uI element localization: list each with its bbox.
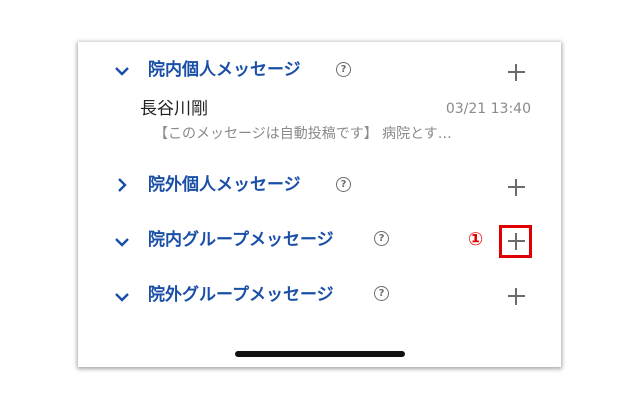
message-panel: 院内個人メッセージ ? 長谷川剛 03/21 13:40 【このメッセージは自動…: [78, 42, 561, 367]
help-icon[interactable]: ?: [336, 62, 351, 77]
section-title[interactable]: 院内グループメッセージ: [148, 229, 334, 251]
message-preview: 【このメッセージは自動投稿です】 病院とす…: [154, 126, 452, 142]
home-indicator: [235, 351, 405, 357]
section-title[interactable]: 院内個人メッセージ: [148, 59, 301, 81]
help-icon[interactable]: ?: [374, 231, 389, 246]
add-external-group-button[interactable]: [508, 288, 525, 305]
add-internal-personal-button[interactable]: [508, 64, 525, 81]
help-icon[interactable]: ?: [336, 177, 351, 192]
add-external-personal-button[interactable]: [508, 179, 525, 196]
help-icon[interactable]: ?: [374, 286, 389, 301]
annotation-highlight-box: [499, 225, 532, 258]
message-sender: 長谷川剛: [140, 99, 208, 119]
chevron-right-icon[interactable]: [114, 177, 130, 197]
annotation-label: ①: [468, 229, 484, 250]
section-title[interactable]: 院外グループメッセージ: [148, 284, 334, 306]
chevron-down-icon[interactable]: [114, 61, 130, 81]
chevron-down-icon[interactable]: [114, 287, 130, 307]
message-time: 03/21 13:40: [445, 101, 531, 117]
section-title[interactable]: 院外個人メッセージ: [148, 174, 301, 196]
chevron-down-icon[interactable]: [114, 232, 130, 252]
